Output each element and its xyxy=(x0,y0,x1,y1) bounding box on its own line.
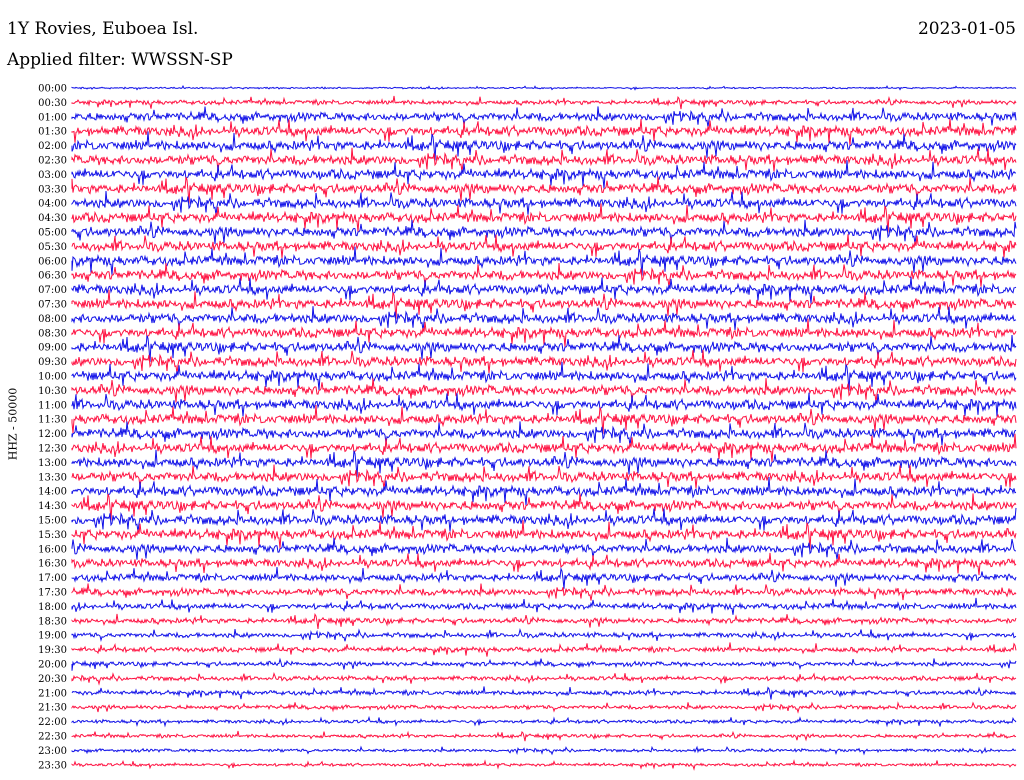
row-time-label: 07:00 xyxy=(38,285,67,296)
row-time-label: 17:00 xyxy=(38,573,67,584)
trace-line xyxy=(71,597,1017,615)
row-time-label: 10:30 xyxy=(38,386,67,397)
trace-line xyxy=(71,246,1017,276)
trace-line xyxy=(71,583,1017,601)
trace-line xyxy=(71,404,1017,435)
trace-line xyxy=(71,759,1017,771)
row-time-label: 09:00 xyxy=(38,343,67,354)
trace-line xyxy=(71,306,1017,331)
trace-line xyxy=(71,507,1017,533)
row-time-label: 05:00 xyxy=(38,228,67,239)
trace-line xyxy=(71,628,1017,642)
trace-line xyxy=(71,433,1017,463)
row-time-label: 15:00 xyxy=(38,516,67,527)
row-label-group: 00:00 00:30 01:00 01:30 02:00 02:30 03:00 03:30… xyxy=(38,84,67,772)
row-time-label: 16:30 xyxy=(38,559,67,570)
row-time-label: 00:30 xyxy=(38,98,67,109)
row-time-label: 07:30 xyxy=(38,300,67,311)
trace-line xyxy=(71,219,1017,245)
row-time-label: 11:00 xyxy=(38,400,67,411)
row-time-label: 14:00 xyxy=(38,487,67,498)
trace-line xyxy=(71,520,1017,550)
row-time-label: 06:30 xyxy=(38,271,67,282)
row-time-label: 20:00 xyxy=(38,660,67,671)
row-time-label: 14:30 xyxy=(38,501,67,512)
row-time-label: 21:00 xyxy=(38,688,67,699)
row-time-label: 08:30 xyxy=(38,328,67,339)
row-time-label: 06:00 xyxy=(38,256,67,267)
row-time-label: 01:00 xyxy=(38,112,67,123)
row-time-label: 19:00 xyxy=(38,631,67,642)
row-time-label: 18:30 xyxy=(38,616,67,627)
trace-line xyxy=(71,449,1017,478)
trace-line xyxy=(71,464,1017,489)
trace-line xyxy=(71,657,1017,671)
trace-line xyxy=(71,686,1017,700)
row-time-label: 09:30 xyxy=(38,357,67,368)
row-time-label: 00:00 xyxy=(38,84,67,95)
row-time-label: 23:00 xyxy=(38,746,67,757)
row-time-label: 18:00 xyxy=(38,602,67,613)
row-time-label: 19:30 xyxy=(38,645,67,656)
trace-line xyxy=(71,289,1017,319)
trace-line xyxy=(71,392,1017,417)
row-time-label: 02:00 xyxy=(38,141,67,152)
trace-line xyxy=(71,715,1017,728)
row-time-label: 11:30 xyxy=(38,415,67,426)
row-time-label: 03:30 xyxy=(38,184,67,195)
trace-line xyxy=(71,160,1017,189)
trace-line xyxy=(71,537,1017,560)
trace-line xyxy=(71,234,1017,258)
trace-line xyxy=(71,476,1017,506)
row-time-label: 08:00 xyxy=(38,314,67,325)
row-time-label: 04:00 xyxy=(38,199,67,210)
trace-line xyxy=(71,612,1017,629)
row-time-label: 17:30 xyxy=(38,588,67,599)
trace-line xyxy=(71,566,1017,589)
trace-line xyxy=(71,95,1017,110)
row-time-label: 12:30 xyxy=(38,444,67,455)
trace-line xyxy=(71,745,1017,756)
trace-line xyxy=(71,642,1017,657)
row-time-label: 01:30 xyxy=(38,127,67,138)
row-time-label: 22:00 xyxy=(38,717,67,728)
trace-line xyxy=(71,552,1017,576)
row-time-label: 04:30 xyxy=(38,213,67,224)
trace-line xyxy=(71,106,1017,128)
row-time-label: 03:00 xyxy=(38,170,67,181)
trace-line xyxy=(71,730,1017,742)
row-time-label: 23:30 xyxy=(38,760,67,771)
trace-line xyxy=(71,493,1017,521)
row-time-label: 10:00 xyxy=(38,372,67,383)
row-time-label: 13:30 xyxy=(38,472,67,483)
trace-line xyxy=(71,672,1017,686)
trace-line xyxy=(71,701,1017,714)
trace-line xyxy=(71,176,1017,204)
row-time-label: 16:00 xyxy=(38,544,67,555)
trace-line xyxy=(71,262,1017,288)
row-time-label: 02:30 xyxy=(38,156,67,167)
trace-line xyxy=(71,378,1017,403)
row-time-label: 20:30 xyxy=(38,674,67,685)
helicorder-plot: 00:00 00:30 01:00 01:30 02:00 02:30 03:00 03:30… xyxy=(38,84,1017,772)
trace-line xyxy=(71,85,1017,91)
row-time-label: 22:30 xyxy=(38,732,67,743)
row-time-label: 05:30 xyxy=(38,242,67,253)
trace-line xyxy=(71,118,1017,146)
row-time-label: 12:00 xyxy=(38,429,67,440)
trace-group xyxy=(71,85,1017,771)
row-time-label: 13:00 xyxy=(38,458,67,469)
trace-line xyxy=(71,190,1017,216)
row-time-label: 21:30 xyxy=(38,703,67,714)
trace-line xyxy=(71,147,1017,173)
row-time-label: 15:30 xyxy=(38,530,67,541)
trace-line xyxy=(71,318,1017,347)
